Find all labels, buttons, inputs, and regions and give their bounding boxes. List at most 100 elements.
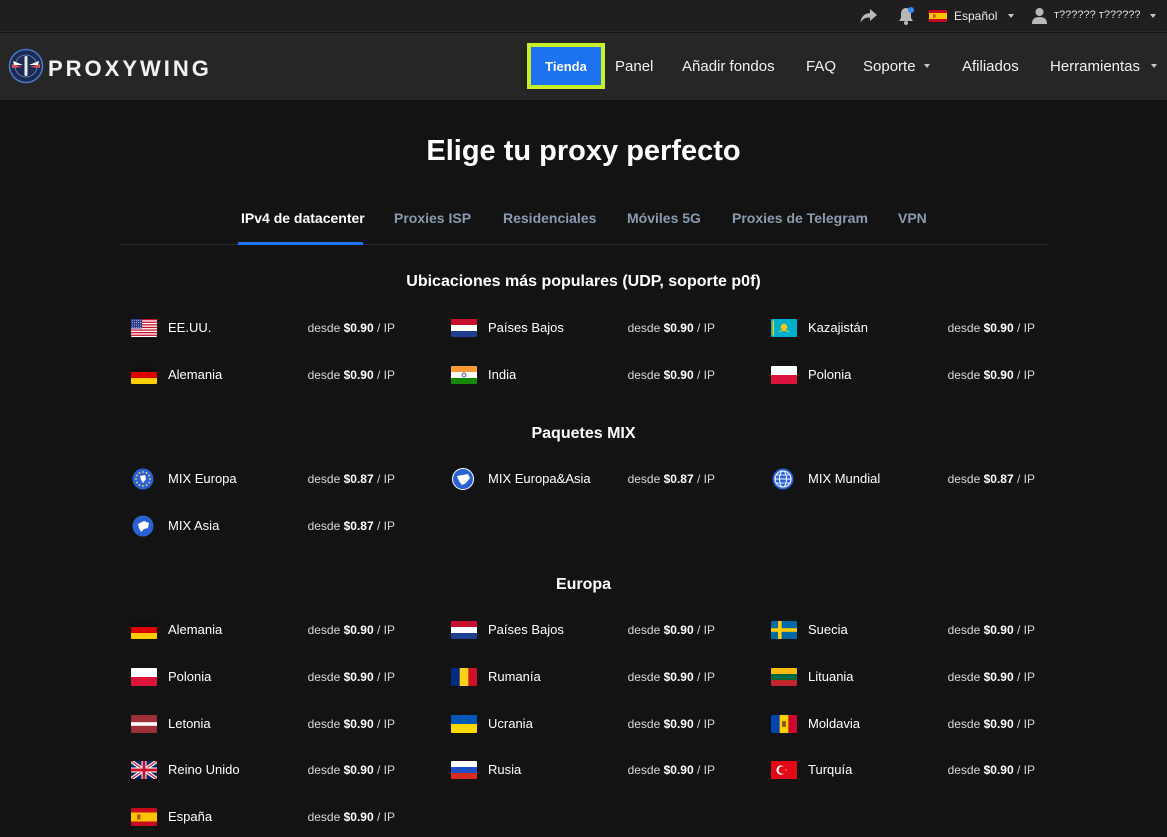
location-price: desde $0.90 / IP bbox=[307, 623, 395, 637]
tab-isp-proxies[interactable]: Proxies ISP bbox=[394, 210, 471, 226]
location-row[interactable]: India desde $0.90 / IP bbox=[451, 364, 731, 388]
section-title-mix: Paquetes MIX bbox=[531, 425, 636, 442]
user-caret-icon[interactable] bbox=[1150, 14, 1156, 18]
location-price: desde $0.90 / IP bbox=[627, 717, 715, 731]
location-price: desde $0.90 / IP bbox=[627, 368, 715, 382]
support-caret-icon[interactable] bbox=[924, 64, 930, 68]
flag-lv-icon bbox=[131, 715, 157, 733]
flag-se-icon bbox=[771, 621, 797, 639]
location-name: Polonia bbox=[808, 367, 852, 382]
location-name: España bbox=[168, 809, 213, 824]
location-price: desde $0.90 / IP bbox=[627, 763, 715, 777]
location-price: desde $0.90 / IP bbox=[947, 321, 1035, 335]
flag-lt-icon bbox=[771, 668, 797, 686]
proxywing-logo-icon[interactable] bbox=[8, 48, 44, 84]
location-row[interactable]: Países Bajos desde $0.90 / IP bbox=[451, 317, 731, 341]
globe-world-icon bbox=[772, 468, 794, 490]
location-row[interactable]: Alemania desde $0.90 / IP bbox=[131, 619, 411, 643]
location-row[interactable]: MIX Mundial desde $0.87 / IP bbox=[771, 468, 1051, 492]
location-row[interactable]: Lituania desde $0.90 / IP bbox=[771, 666, 1051, 690]
language-caret-icon[interactable] bbox=[1008, 14, 1014, 18]
flag-nl-icon bbox=[451, 319, 477, 337]
nav-support[interactable]: Soporte bbox=[863, 58, 916, 75]
utility-bar: Español т?????? т?????? bbox=[0, 0, 1167, 32]
location-row[interactable]: Alemania desde $0.90 / IP bbox=[131, 364, 411, 388]
location-row[interactable]: Rusia desde $0.90 / IP bbox=[451, 759, 731, 783]
location-price: desde $0.87 / IP bbox=[947, 472, 1035, 486]
location-name: Moldavia bbox=[808, 716, 861, 731]
notification-dot bbox=[908, 7, 914, 13]
nav-panel[interactable]: Panel bbox=[615, 58, 653, 75]
nav-faq[interactable]: FAQ bbox=[806, 58, 836, 75]
location-name: Turquía bbox=[808, 762, 853, 777]
location-row[interactable]: MIX Europa desde $0.87 / IP bbox=[131, 468, 411, 492]
section-title-europe: Europa bbox=[555, 576, 612, 593]
nav-shop-button[interactable]: Tienda bbox=[531, 47, 601, 85]
flag-kz-icon bbox=[771, 319, 797, 337]
location-name: MIX Asia bbox=[168, 518, 220, 533]
location-name: Reino Unido bbox=[168, 762, 240, 777]
location-name: MIX Europa&Asia bbox=[488, 471, 591, 486]
location-price: desde $0.90 / IP bbox=[307, 670, 395, 684]
main-navbar: PROXYWING Tienda Panel Añadir fondos FAQ… bbox=[0, 33, 1167, 100]
page-title: Elige tu proxy perfecto bbox=[426, 135, 741, 167]
location-name: Suecia bbox=[808, 622, 848, 637]
tab-vpn[interactable]: VPN bbox=[898, 210, 927, 226]
tools-caret-icon[interactable] bbox=[1151, 64, 1157, 68]
tab-telegram-proxies[interactable]: Proxies de Telegram bbox=[732, 210, 868, 226]
location-row[interactable]: Moldavia desde $0.90 / IP bbox=[771, 713, 1051, 737]
location-name: MIX Mundial bbox=[808, 471, 881, 486]
tab-datacenter-ipv4[interactable]: IPv4 de datacenter bbox=[241, 210, 365, 226]
location-row[interactable]: Ucrania desde $0.90 / IP bbox=[451, 713, 731, 737]
location-price: desde $0.90 / IP bbox=[307, 321, 395, 335]
user-menu[interactable]: т?????? т?????? bbox=[1054, 9, 1141, 21]
location-name: Polonia bbox=[168, 669, 212, 684]
language-selector[interactable]: Español bbox=[954, 9, 997, 23]
user-icon[interactable] bbox=[1032, 7, 1047, 24]
nav-tools[interactable]: Herramientas bbox=[1050, 58, 1140, 75]
globe-europe-icon bbox=[132, 468, 154, 490]
location-row[interactable]: EE.UU. desde $0.90 / IP bbox=[131, 317, 411, 341]
location-name: Países Bajos bbox=[488, 622, 564, 637]
location-row[interactable]: MIX Europa&Asia desde $0.87 / IP bbox=[451, 468, 731, 492]
location-price: desde $0.90 / IP bbox=[627, 670, 715, 684]
location-name: Lituania bbox=[808, 669, 854, 684]
globe-eurasia-icon bbox=[452, 468, 474, 490]
location-row[interactable]: Kazajistán desde $0.90 / IP bbox=[771, 317, 1051, 341]
flag-ru-icon bbox=[451, 761, 477, 779]
location-row[interactable]: Polonia desde $0.90 / IP bbox=[131, 666, 411, 690]
location-name: Países Bajos bbox=[488, 320, 564, 335]
location-row[interactable]: Turquía desde $0.90 / IP bbox=[771, 759, 1051, 783]
active-tab-indicator bbox=[238, 242, 363, 245]
nav-add-funds[interactable]: Añadir fondos bbox=[682, 58, 775, 75]
location-row[interactable]: Rumanía desde $0.90 / IP bbox=[451, 666, 731, 690]
share-icon[interactable] bbox=[859, 7, 879, 25]
flag-ua-icon bbox=[451, 715, 477, 733]
location-row[interactable]: MIX Asia desde $0.87 / IP bbox=[131, 515, 411, 539]
brand-name[interactable]: PROXYWING bbox=[48, 56, 212, 82]
location-row[interactable]: Reino Unido desde $0.90 / IP bbox=[131, 759, 411, 783]
location-price: desde $0.90 / IP bbox=[307, 810, 395, 824]
tab-mobile-5g[interactable]: Móviles 5G bbox=[627, 210, 701, 226]
location-price: desde $0.87 / IP bbox=[307, 519, 395, 533]
location-name: India bbox=[488, 367, 517, 382]
tab-residential[interactable]: Residenciales bbox=[503, 210, 596, 226]
location-price: desde $0.90 / IP bbox=[947, 623, 1035, 637]
flag-pl-icon bbox=[771, 366, 797, 384]
location-price: desde $0.90 / IP bbox=[947, 670, 1035, 684]
location-row[interactable]: Países Bajos desde $0.90 / IP bbox=[451, 619, 731, 643]
location-name: Alemania bbox=[168, 622, 223, 637]
location-price: desde $0.90 / IP bbox=[627, 321, 715, 335]
section-title-popular: Ubicaciones más populares (UDP, soporte … bbox=[406, 273, 761, 290]
location-price: desde $0.90 / IP bbox=[307, 717, 395, 731]
location-row[interactable]: Suecia desde $0.90 / IP bbox=[771, 619, 1051, 643]
location-price: desde $0.90 / IP bbox=[947, 368, 1035, 382]
location-name: Alemania bbox=[168, 367, 223, 382]
spain-flag-icon[interactable] bbox=[929, 10, 947, 22]
location-row[interactable]: Polonia desde $0.90 / IP bbox=[771, 364, 1051, 388]
location-price: desde $0.90 / IP bbox=[947, 717, 1035, 731]
nav-affiliates[interactable]: Afiliados bbox=[962, 58, 1019, 75]
location-row[interactable]: España desde $0.90 / IP bbox=[131, 806, 411, 830]
location-price: desde $0.90 / IP bbox=[627, 623, 715, 637]
location-row[interactable]: Letonia desde $0.90 / IP bbox=[131, 713, 411, 737]
